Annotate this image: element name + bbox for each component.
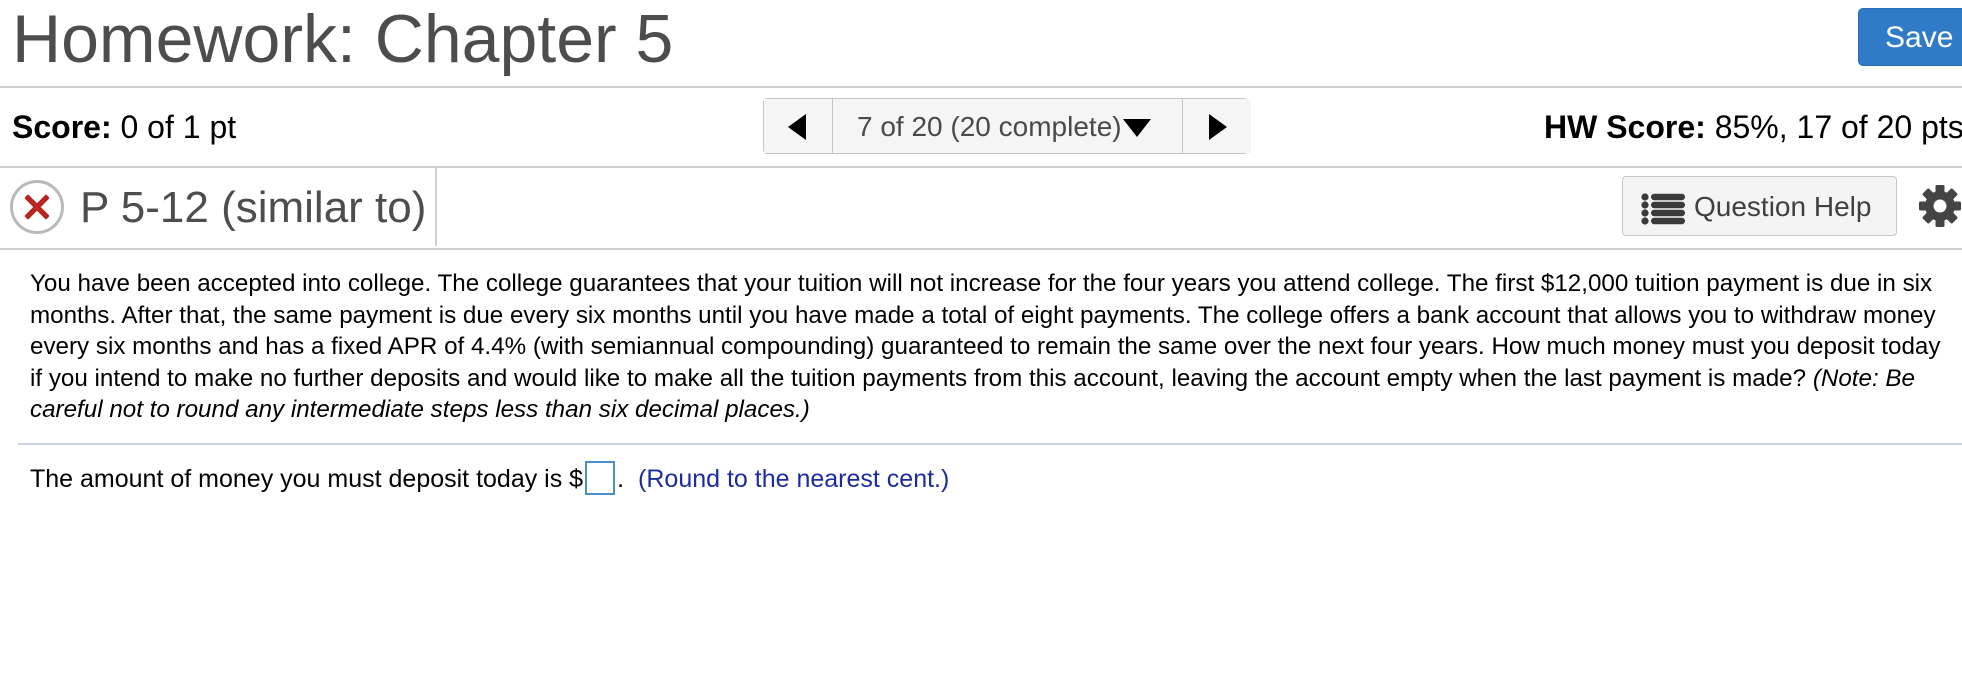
hw-score-value: 85%, 17 of 20 pts: [1705, 109, 1962, 145]
previous-question-button[interactable]: [764, 99, 833, 153]
answer-row: The amount of money you must deposit tod…: [30, 461, 950, 497]
triangle-left-icon: [788, 114, 806, 140]
score-value: 0 of 1 pt: [111, 109, 237, 145]
divider: [18, 443, 1962, 445]
question-navigator: 7 of 20 (20 complete): [763, 98, 1251, 154]
list-icon: [1641, 193, 1685, 225]
rounding-instruction: (Round to the nearest cent.): [638, 465, 950, 493]
question-text: You have been accepted into college. The…: [30, 268, 1950, 426]
score-label: Score:: [12, 109, 112, 145]
question-help-button[interactable]: Question Help: [1622, 176, 1897, 236]
answer-input[interactable]: [585, 461, 616, 496]
page-header: Homework: Chapter 5 Save: [0, 0, 1962, 88]
next-question-button[interactable]: [1182, 99, 1251, 153]
answer-suffix: .: [617, 465, 625, 493]
hw-score-label: HW Score:: [1544, 109, 1706, 145]
question-position: 7 of 20 (20 complete): [857, 111, 1122, 142]
triangle-right-icon: [1209, 114, 1227, 140]
page-title: Homework: Chapter 5: [12, 1, 674, 77]
question-header: P 5-12 (similar to) Question Help: [0, 168, 1962, 250]
divider: [435, 168, 437, 246]
question-help-label: Question Help: [1694, 191, 1872, 222]
question-select-dropdown[interactable]: 7 of 20 (20 complete): [833, 99, 1181, 153]
score-bar: Score: 0 of 1 pt 7 of 20 (20 complete) H…: [0, 88, 1962, 168]
question-score: Score: 0 of 1 pt: [12, 108, 236, 146]
triangle-down-icon: [1123, 119, 1151, 137]
homework-score: HW Score: 85%, 17 of 20 pts: [1544, 108, 1962, 146]
gear-icon[interactable]: [1918, 184, 1962, 228]
answer-prompt: The amount of money you must deposit tod…: [30, 465, 584, 493]
save-button[interactable]: Save: [1858, 8, 1962, 66]
question-body: You have been accepted into college. The…: [30, 270, 1941, 392]
question-title: P 5-12 (similar to): [80, 183, 427, 232]
incorrect-x-icon: [10, 180, 64, 234]
